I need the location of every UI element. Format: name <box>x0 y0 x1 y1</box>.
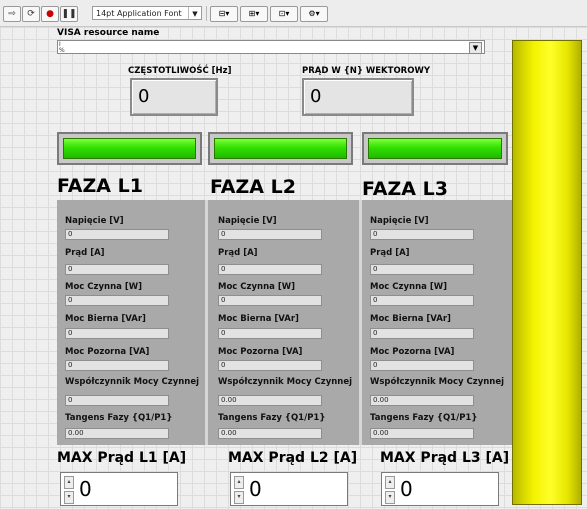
font-select-label: 14pt Application Font <box>96 9 182 18</box>
field-label: Tangens Fazy {Q1/P1} <box>370 413 478 423</box>
phase-title-l3: FAZA L3 <box>362 178 448 200</box>
font-select[interactable]: 14pt Application Font ▼ <box>92 6 202 20</box>
run-continuously-icon[interactable]: ⟳ <box>22 6 40 22</box>
field-label: Napięcie [V] <box>65 216 124 226</box>
field-label: Moc Bierna [VAr] <box>65 314 146 324</box>
field-label: Współczynnik Mocy Czynnej <box>370 377 505 387</box>
field-label: Moc Pozorna [VA] <box>370 347 455 357</box>
frequency-value: 0 <box>138 86 150 107</box>
vector-current-indicator: 0 <box>302 78 414 116</box>
field-value: 0 <box>370 295 474 306</box>
led-l2-lamp <box>214 138 347 159</box>
field-label: Prąd [A] <box>370 248 410 258</box>
field-label: Moc Bierna [VAr] <box>218 314 299 324</box>
max-current-l3-label: MAX Prąd L3 [A] <box>380 450 510 466</box>
numeric-stepper[interactable]: ▴ ▾ <box>64 476 74 504</box>
field-label: Napięcie [V] <box>370 216 429 226</box>
chevron-down-icon: ▼ <box>188 7 201 19</box>
vector-current-value: 0 <box>310 86 322 107</box>
numeric-stepper[interactable]: ▴ ▾ <box>234 476 244 504</box>
max-current-l2-value[interactable]: 0 <box>249 474 262 504</box>
resize-objects-icon[interactable]: ⊡▾ <box>270 6 298 22</box>
frequency-indicator: 0 <box>130 78 218 116</box>
field-label: Tangens Fazy {Q1/P1} <box>218 413 326 423</box>
increment-arrow-icon[interactable]: ▴ <box>234 476 244 489</box>
decrement-arrow-icon[interactable]: ▾ <box>64 491 74 504</box>
max-current-l1-value[interactable]: 0 <box>79 474 92 504</box>
max-current-l3-value[interactable]: 0 <box>400 474 413 504</box>
decrement-arrow-icon[interactable]: ▾ <box>234 491 244 504</box>
field-label: Moc Czynna [W] <box>65 282 142 292</box>
align-objects-icon[interactable]: ⊟▾ <box>210 6 238 22</box>
field-value: 0 <box>65 395 169 406</box>
reorder-icon[interactable]: ⚙▾ <box>300 6 328 22</box>
led-l3 <box>362 132 508 165</box>
field-value: 0 <box>218 295 322 306</box>
led-l3-lamp <box>368 138 502 159</box>
numeric-stepper[interactable]: ▴ ▾ <box>385 476 395 504</box>
max-current-l1-control[interactable]: ▴ ▾ 0 <box>60 472 178 506</box>
visa-resource-select[interactable]: I% ▼ <box>57 40 485 54</box>
increment-arrow-icon[interactable]: ▴ <box>385 476 395 489</box>
field-label: Moc Pozorna [VA] <box>218 347 303 357</box>
field-label: Prąd [A] <box>65 248 105 258</box>
field-label: Moc Czynna [W] <box>370 282 447 292</box>
field-value: 0 <box>65 295 169 306</box>
distribute-objects-icon[interactable]: ⊞▾ <box>240 6 268 22</box>
visa-label: VISA resource name <box>57 28 160 38</box>
led-l2 <box>208 132 353 165</box>
field-label: Napięcie [V] <box>218 216 277 226</box>
toolbar: ⇨ ⟳ ● ❚❚ 14pt Application Font ▼ ⊟▾ ⊞▾ ⊡… <box>0 0 587 27</box>
chevron-down-icon[interactable]: ▼ <box>469 42 482 54</box>
increment-arrow-icon[interactable]: ▴ <box>64 476 74 489</box>
field-value: 0 <box>218 328 322 339</box>
phase-title-l2: FAZA L2 <box>210 176 296 198</box>
field-value: 0.00 <box>65 428 169 439</box>
visa-resource-icon: I% <box>59 41 65 54</box>
field-value: 0 <box>370 229 474 240</box>
max-current-l2-control[interactable]: ▴ ▾ 0 <box>230 472 348 506</box>
field-value: 0 <box>65 229 169 240</box>
max-current-l3-control[interactable]: ▴ ▾ 0 <box>381 472 499 506</box>
toolbar-divider <box>206 6 207 21</box>
field-value: 0 <box>370 264 474 275</box>
yellow-indicator-bar <box>512 40 582 505</box>
max-current-l1-label: MAX Prąd L1 [A] <box>57 450 187 466</box>
field-value: 0 <box>218 264 322 275</box>
field-value: 0.00 <box>370 428 474 439</box>
field-label: Współczynnik Mocy Czynnej <box>65 377 200 387</box>
field-value: 0 <box>218 229 322 240</box>
field-value: 0.00 <box>218 428 322 439</box>
field-value: 0.00 <box>370 395 474 406</box>
field-value: 0 <box>65 328 169 339</box>
field-label: Współczynnik Mocy Czynnej <box>218 377 353 387</box>
field-label: Moc Pozorna [VA] <box>65 347 150 357</box>
phase-panel-l2: Napięcie [V] 0 Prąd [A] 0 Moc Czynna [W]… <box>208 200 362 445</box>
decrement-arrow-icon[interactable]: ▾ <box>385 491 395 504</box>
vector-current-label: PRĄD W {N} WEKTOROWY <box>302 66 430 76</box>
frequency-label: CZĘSTOTLIWOŚĆ [Hz] <box>128 66 232 76</box>
field-value: 0 <box>65 360 169 371</box>
max-current-l2-label: MAX Prąd L2 [A] <box>228 450 358 466</box>
abort-icon[interactable]: ● <box>41 6 59 22</box>
field-value: 0 <box>370 360 474 371</box>
pause-icon[interactable]: ❚❚ <box>60 6 78 22</box>
field-value: 0.00 <box>218 395 322 406</box>
phase-panel-l3: Napięcie [V] 0 Prąd [A] 0 Moc Czynna [W]… <box>362 200 512 445</box>
run-arrow-icon[interactable]: ⇨ <box>3 6 21 22</box>
field-label: Tangens Fazy {Q1/P1} <box>65 413 173 423</box>
field-value: 0 <box>370 328 474 339</box>
led-l1 <box>57 132 202 165</box>
led-l1-lamp <box>63 138 196 159</box>
field-label: Prąd [A] <box>218 248 258 258</box>
field-value: 0 <box>218 360 322 371</box>
front-panel: VISA resource name I% ▼ CZĘSTOTLIWOŚĆ [H… <box>0 27 587 509</box>
field-label: Moc Bierna [VAr] <box>370 314 451 324</box>
field-value: 0 <box>65 264 169 275</box>
phase-panel-l1: Napięcie [V] 0 Prąd [A] 0 Moc Czynna [W]… <box>57 200 208 445</box>
phase-title-l1: FAZA L1 <box>57 175 143 197</box>
field-label: Moc Czynna [W] <box>218 282 295 292</box>
